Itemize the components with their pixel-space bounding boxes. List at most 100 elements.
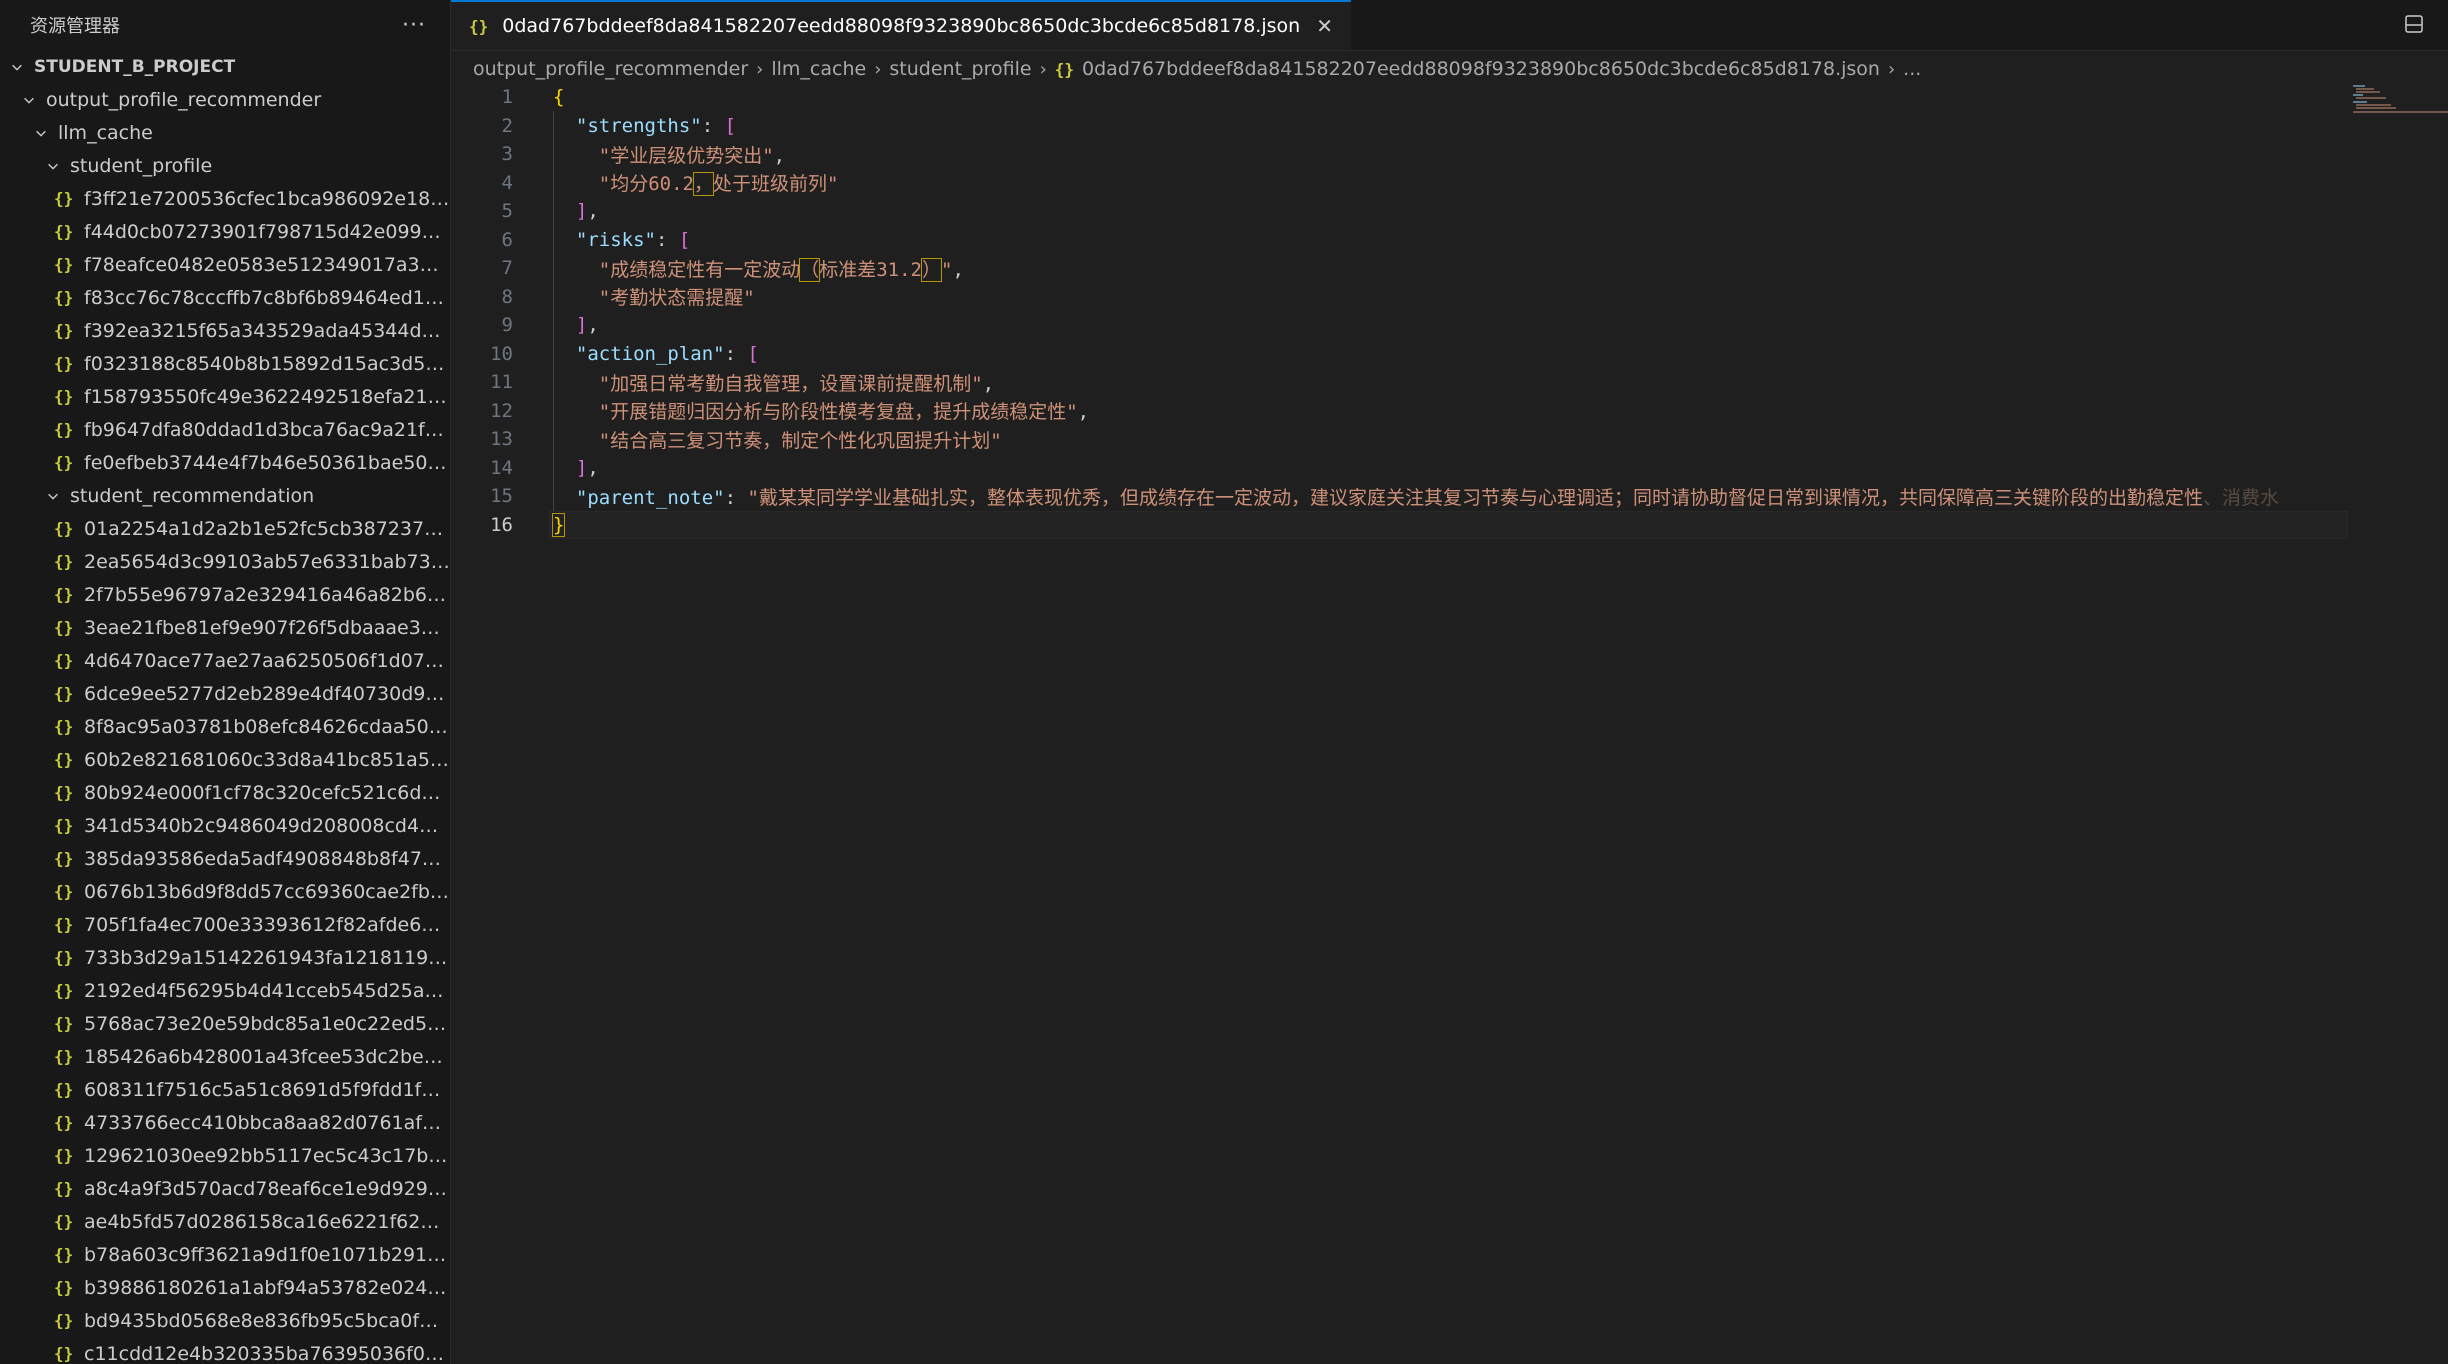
json-file-icon: {}	[54, 387, 74, 406]
file-item[interactable]: {} 4d6470ace77ae27aa6250506f1d07d393e...	[0, 644, 450, 677]
json-file-icon: {}	[54, 684, 74, 703]
file-label: 6dce9ee5277d2eb289e4df40730d9bed8f...	[84, 682, 450, 705]
file-item[interactable]: {} 60b2e821681060c33d8a41bc851a500a0...	[0, 743, 450, 776]
file-item[interactable]: {} f392ea3215f65a343529ada45344dc5213...	[0, 314, 450, 347]
explorer-title: 资源管理器	[30, 16, 120, 37]
json-file-icon: {}	[54, 816, 74, 835]
file-item[interactable]: {} 01a2254a1d2a2b1e52fc5cb3872372face...	[0, 512, 450, 545]
json-file-icon: {}	[54, 981, 74, 1000]
file-item[interactable]: {} c11cdd12e4b320335ba76395036f0c187a...	[0, 1337, 450, 1364]
file-label: 3eae21fbe81ef9e907f26f5dbaaae3c6811...	[84, 616, 450, 639]
json-file-icon: {}	[54, 783, 74, 802]
chevron-down-icon	[6, 56, 28, 78]
file-item[interactable]: {} 733b3d29a15142261943fa12181197959...	[0, 941, 450, 974]
file-label: 80b924e000f1cf78c320cefc521c6d8a899...	[84, 781, 450, 804]
line-number: 11	[490, 371, 513, 394]
file-item[interactable]: {} f0323188c8540b8b15892d15ac3d52caa8...	[0, 347, 450, 380]
code-token: "加强日常考勤自我管理，设置课前提醒机制"	[598, 372, 983, 395]
breadcrumb-item[interactable]: ...	[1903, 58, 1921, 80]
file-label: 8f8ac95a03781b08efc84626cdaa503d9f7...	[84, 715, 450, 738]
close-icon[interactable]: ✕	[1316, 14, 1333, 38]
tree-root-folder[interactable]: STUDENT_B_PROJECT	[0, 50, 450, 83]
breadcrumb-item[interactable]: 0dad767bddeef8da841582207eedd88098f93238…	[1082, 58, 1880, 80]
line-number: 6	[501, 228, 513, 251]
folder-label: output_profile_recommender	[46, 88, 322, 111]
code-token: {	[553, 86, 565, 109]
file-item[interactable]: {} 608311f7516c5a51c8691d5f9fdd1fee789...	[0, 1073, 450, 1106]
breadcrumb-item[interactable]: student_profile	[889, 58, 1031, 80]
line-number: 16	[490, 513, 513, 536]
code-token: "戴某某同学学业基础扎实，整体表现优秀，但成绩存在一定波动，建议家庭关注其复习节…	[747, 486, 2203, 509]
file-item[interactable]: {} b78a603c9ff3621a9d1f0e1071b2918de2...	[0, 1238, 450, 1271]
file-label: 60b2e821681060c33d8a41bc851a500a0...	[84, 748, 450, 771]
file-item[interactable]: {} 0676b13b6d9f8dd57cc69360cae2fbac02...	[0, 875, 450, 908]
line-number: 10	[490, 342, 513, 365]
json-file-icon: {}	[54, 288, 74, 307]
toggle-panel-icon[interactable]	[2404, 14, 2424, 34]
breadcrumb-item[interactable]: output_profile_recommender	[473, 58, 748, 80]
line-number: 3	[501, 143, 513, 166]
file-label: 341d5340b2c9486049d208008cd4dc3d8...	[84, 814, 450, 837]
tab-active-json[interactable]: {} 0dad767bddeef8da841582207eedd88098f93…	[451, 0, 1351, 50]
file-item[interactable]: {} a8c4a9f3d570acd78eaf6ce1e9d9299c748...	[0, 1172, 450, 1205]
line-number: 9	[501, 314, 513, 337]
code-token: "strengths"	[575, 114, 702, 137]
tree-folder-recommendation[interactable]: student_recommendation	[0, 479, 450, 512]
json-file-icon: {}	[54, 189, 74, 208]
json-file-icon: {}	[54, 948, 74, 967]
explorer-sidebar: 资源管理器 ··· STUDENT_B_PROJECT output_profi…	[0, 0, 451, 1364]
file-label: f158793550fc49e3622492518efa2194b9...	[84, 385, 450, 408]
json-file-icon: {}	[54, 321, 74, 340]
file-item[interactable]: {} f78eafce0482e0583e512349017a3606d3...	[0, 248, 450, 281]
file-item[interactable]: {} 2f7b55e96797a2e329416a46a82b6c39c7...	[0, 578, 450, 611]
tree-folder-cache[interactable]: llm_cache	[0, 116, 450, 149]
code-token: }	[551, 512, 566, 537]
file-item[interactable]: {} 185426a6b428001a43fcee53dc2be36ce2...	[0, 1040, 450, 1073]
chevron-right-icon: ›	[756, 58, 764, 80]
json-file-icon: {}	[54, 1278, 74, 1297]
tree-folder-output[interactable]: output_profile_recommender	[0, 83, 450, 116]
file-item[interactable]: {} 4733766ecc410bbca8aa82d0761af89c5f...	[0, 1106, 450, 1139]
line-number: 2	[501, 114, 513, 137]
file-item[interactable]: {} 8f8ac95a03781b08efc84626cdaa503d9f7...	[0, 710, 450, 743]
file-item[interactable]: {} 385da93586eda5adf4908848b8f4734a67...	[0, 842, 450, 875]
file-label: 608311f7516c5a51c8691d5f9fdd1fee789...	[84, 1078, 450, 1101]
breadcrumb-item[interactable]: llm_cache	[771, 58, 866, 80]
more-actions-icon[interactable]: ···	[402, 13, 426, 38]
file-item[interactable]: {} fe0efbeb3744e4f7b46e50361bae507c86...	[0, 446, 450, 479]
json-file-icon: {}	[54, 1212, 74, 1231]
file-item[interactable]: {} 2192ed4f56295b4d41cceb545d25acfda6...	[0, 974, 450, 1007]
chevron-down-icon	[42, 485, 64, 507]
code-token: "考勤状态需提醒"	[598, 287, 755, 310]
file-label: c11cdd12e4b320335ba76395036f0c187a...	[84, 1342, 450, 1364]
file-label: 705f1fa4ec700e33393612f82afde6cd077...	[84, 913, 450, 936]
breadcrumb: output_profile_recommender › llm_cache ›…	[451, 51, 2448, 87]
file-item[interactable]: {} 3eae21fbe81ef9e907f26f5dbaaae3c6811...	[0, 611, 450, 644]
json-file-icon: {}	[54, 1245, 74, 1264]
line-number: 5	[501, 200, 513, 223]
file-item[interactable]: {} 2ea5654d3c99103ab57e6331bab73b7b3...	[0, 545, 450, 578]
code-token: "成绩稳定性有一定波动	[598, 258, 801, 281]
file-item[interactable]: {} bd9435bd0568e8e836fb95c5bca0fd6ba5...	[0, 1304, 450, 1337]
file-item[interactable]: {} 5768ac73e20e59bdc85a1e0c22ed5e93a4...	[0, 1007, 450, 1040]
json-file-icon: {}	[54, 1113, 74, 1132]
tab-bar: {} 0dad767bddeef8da841582207eedd88098f93…	[451, 0, 2448, 51]
file-item[interactable]: {} 341d5340b2c9486049d208008cd4dc3d8...	[0, 809, 450, 842]
file-item[interactable]: {} 705f1fa4ec700e33393612f82afde6cd077...	[0, 908, 450, 941]
file-item[interactable]: {} f44d0cb07273901f798715d42e099346ae...	[0, 215, 450, 248]
json-file-icon: {}	[54, 255, 74, 274]
file-item[interactable]: {} fb9647dfa80ddad1d3bca76ac9a21f881c...	[0, 413, 450, 446]
file-item[interactable]: {} 6dce9ee5277d2eb289e4df40730d9bed8f...	[0, 677, 450, 710]
file-item[interactable]: {} b39886180261a1abf94a53782e02463e1...	[0, 1271, 450, 1304]
line-number: 12	[490, 399, 513, 422]
file-item[interactable]: {} 129621030ee92bb5117ec5c43c17bdc0ce...	[0, 1139, 450, 1172]
tree-folder-profile[interactable]: student_profile	[0, 149, 450, 182]
file-item[interactable]: {} f158793550fc49e3622492518efa2194b9...	[0, 380, 450, 413]
file-item[interactable]: {} 80b924e000f1cf78c320cefc521c6d8a899...	[0, 776, 450, 809]
code-editor[interactable]: 1 { 2 "strengths": [ 3 "学业层级优势突出", 4 "均分…	[451, 83, 2448, 1364]
code-token: 处于班级前列"	[712, 173, 839, 196]
file-item[interactable]: {} ae4b5fd57d0286158ca16e6221f62efe32...	[0, 1205, 450, 1238]
json-file-icon: {}	[54, 552, 74, 571]
file-item[interactable]: {} f83cc76c78cccffb7c8bf6b89464ed1c8071..…	[0, 281, 450, 314]
file-item[interactable]: {} f3ff21e7200536cfec1bca986092e18fbcb0..…	[0, 182, 450, 215]
